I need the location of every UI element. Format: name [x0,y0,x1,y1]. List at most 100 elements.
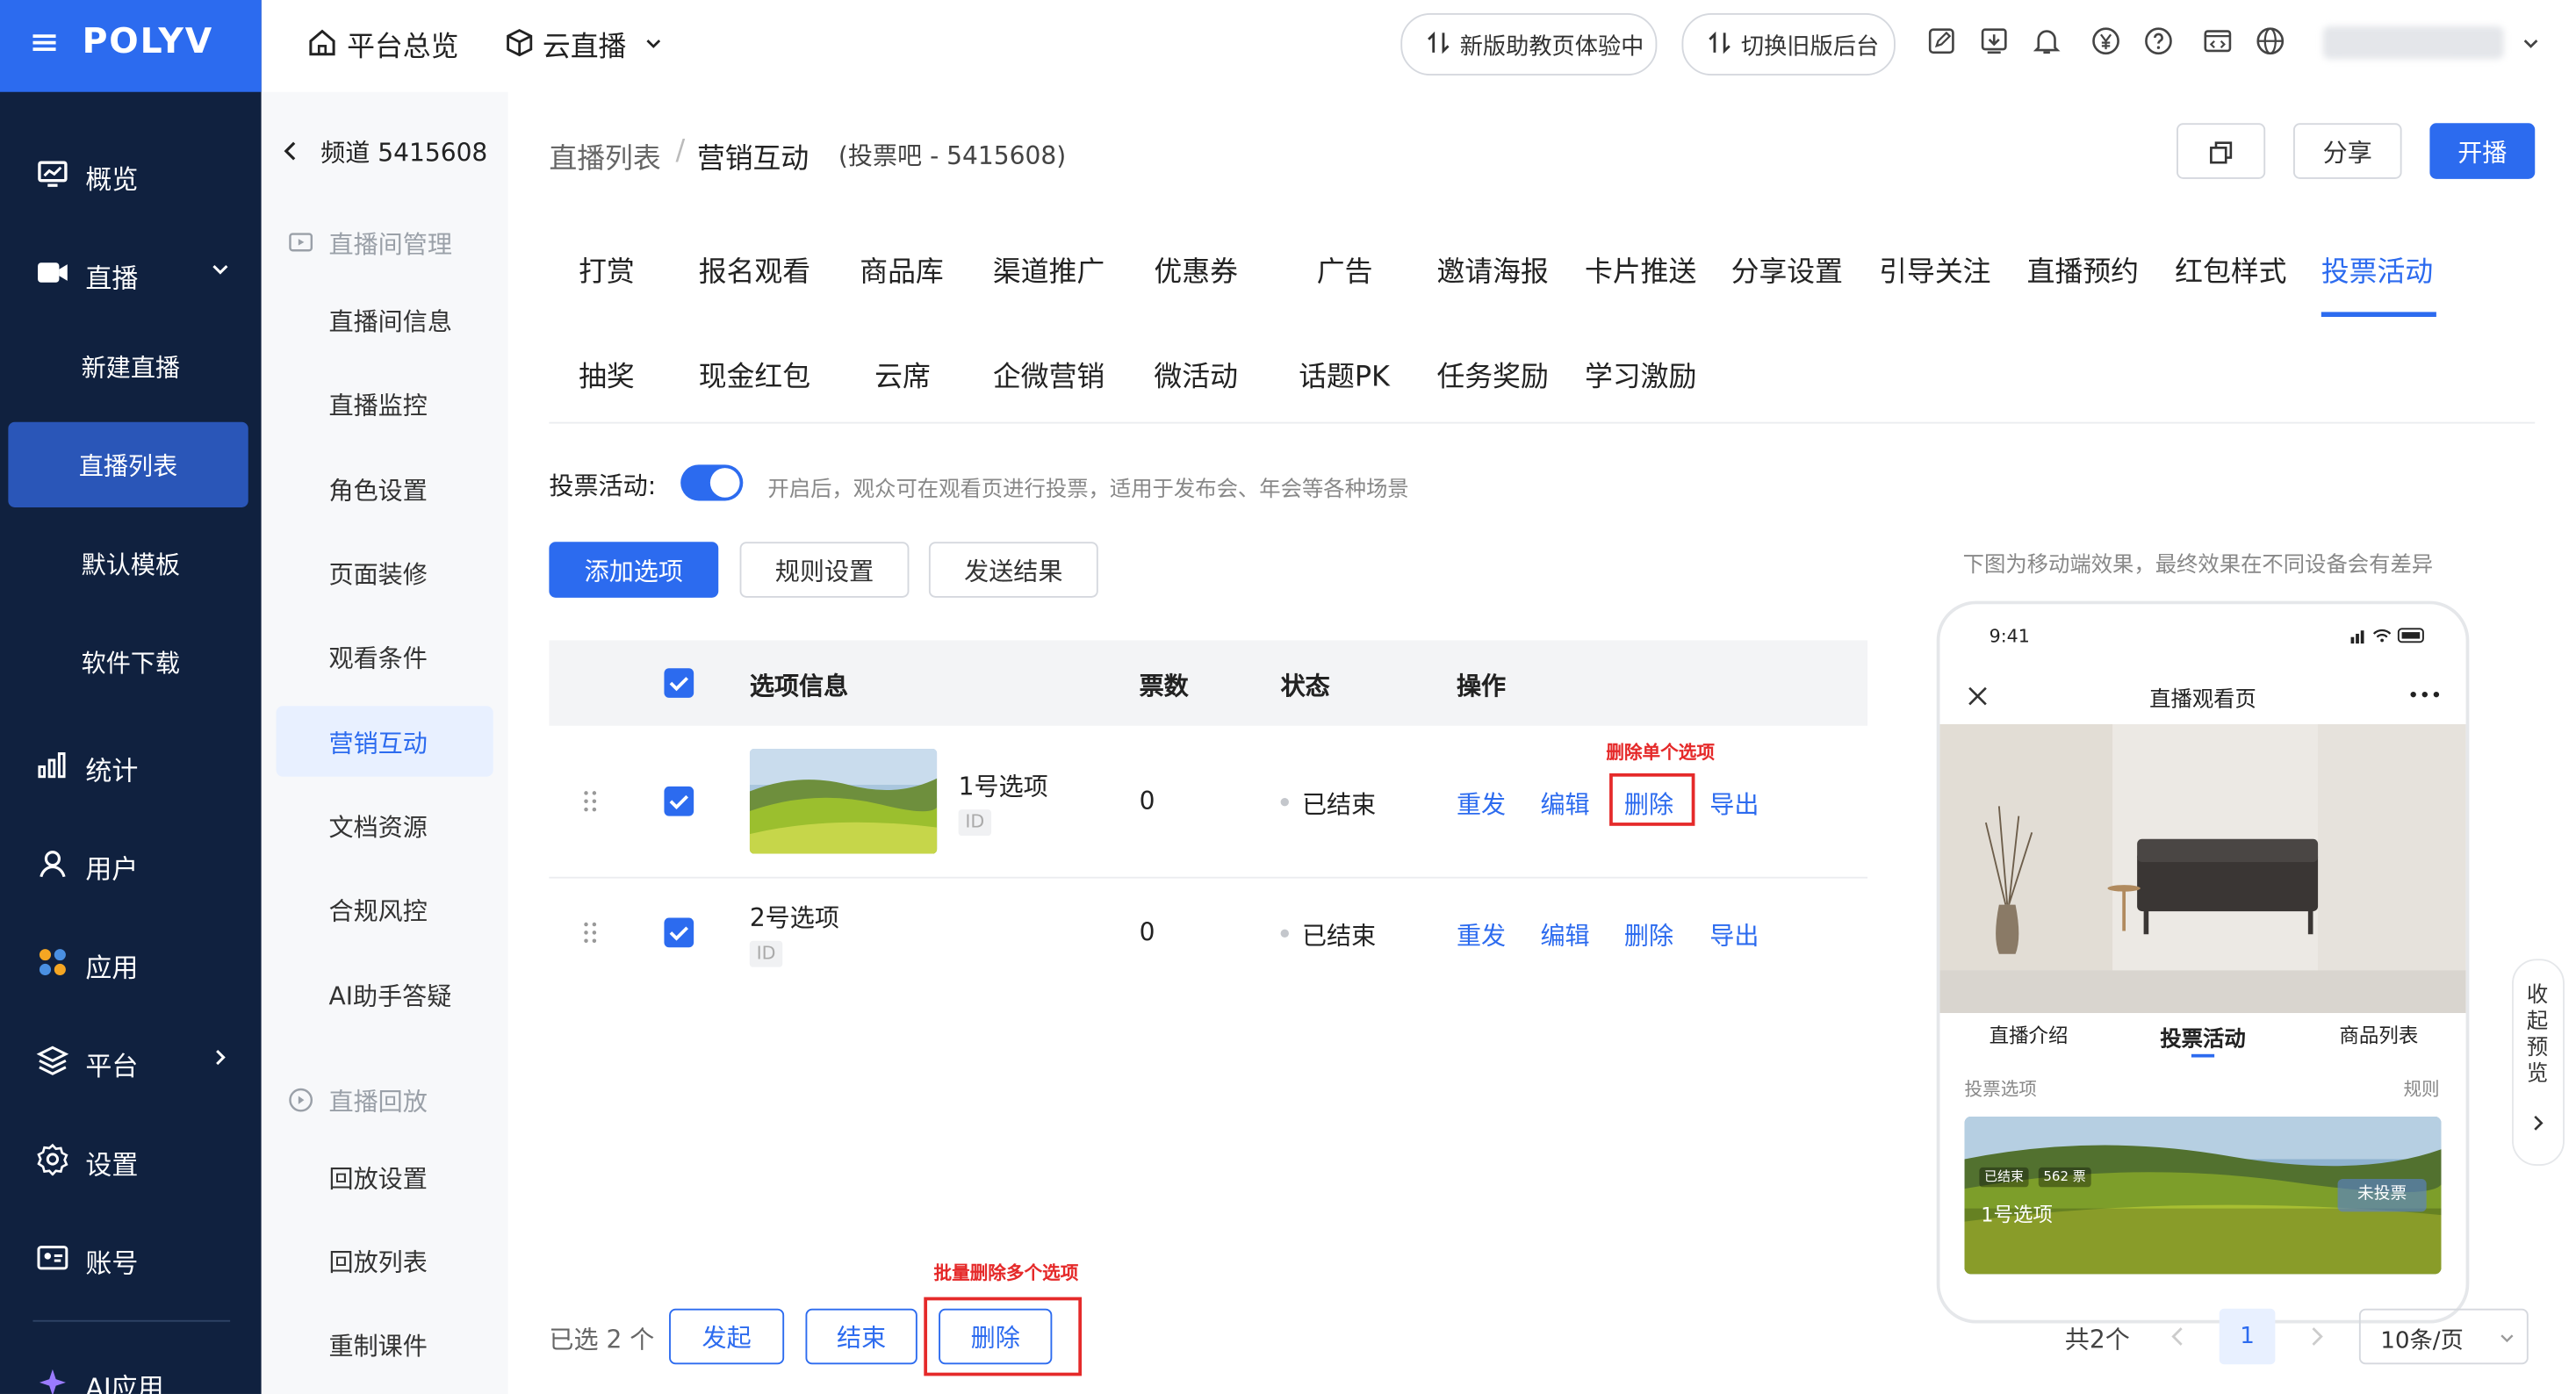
sidebar-item-overview[interactable]: 概览 [0,141,262,207]
edit-link[interactable]: 编辑 [1540,918,1589,952]
live-video-image [1939,723,2466,1014]
chevron-down-icon[interactable] [2522,34,2540,53]
export-link[interactable]: 导出 [1709,918,1759,952]
channel-nav-room-info[interactable]: 直播间信息 [328,304,451,338]
row-checkbox[interactable] [664,786,694,816]
channel-nav-replay-list[interactable]: 回放列表 [328,1245,427,1279]
sidebar-item-apps[interactable]: 应用 [0,930,262,995]
sidebar-item-ai-apps[interactable]: AI应用 [0,1349,262,1394]
channel-nav-page-decoration[interactable]: 页面装修 [328,557,427,591]
sidebar-item-live[interactable]: 直播 [0,240,262,305]
rules-settings-button[interactable]: 规则设置 [739,542,910,598]
channel-nav-ai-assistant[interactable]: AI助手答疑 [328,979,451,1013]
phone-tab-products[interactable]: 商品列表 [2339,1021,2418,1049]
tab-reward[interactable]: 打赏 [579,248,635,289]
drag-handle-icon[interactable] [582,790,599,813]
monitor-icon [36,158,68,190]
download-icon[interactable] [1979,26,2009,56]
phone-rules-link[interactable]: 规则 [2403,1075,2439,1102]
row-checkbox[interactable] [664,917,694,948]
sidebar-item-account[interactable]: 账号 [0,1225,262,1290]
batch-end-button[interactable]: 结束 [805,1308,917,1365]
code-icon[interactable] [2203,26,2233,56]
phone-card-status: 已结束 [1979,1167,2029,1188]
channel-nav-monitor[interactable]: 直播监控 [328,387,427,421]
channel-nav-replay-settings[interactable]: 回放设置 [328,1160,427,1195]
tab-red-packet-style[interactable]: 红包样式 [2175,248,2286,289]
batch-start-button[interactable]: 发起 [669,1308,785,1365]
send-results-button[interactable]: 发送结果 [928,542,1098,598]
resend-link[interactable]: 重发 [1457,918,1506,952]
phone-tab-voting[interactable]: 投票活动 [2160,1021,2245,1053]
tab-learning-incentive[interactable]: 学习激励 [1585,353,1696,393]
sidebar-item-settings[interactable]: 设置 [0,1126,262,1192]
export-link[interactable]: 导出 [1709,787,1759,821]
resend-link[interactable]: 重发 [1457,787,1506,821]
tab-ads[interactable]: 广告 [1317,248,1373,289]
gear-icon [36,1143,68,1176]
tab-live-reservation[interactable]: 直播预约 [2027,248,2139,289]
tab-registration[interactable]: 报名观看 [699,248,810,289]
tab-coupons[interactable]: 优惠券 [1154,248,1237,289]
sidebar-sub-live-list[interactable]: 直播列表 [8,421,248,507]
channel-nav-watch-conditions[interactable]: 观看条件 [328,640,427,674]
tab-micro-activity[interactable]: 微活动 [1154,353,1237,393]
tab-channel-promotion[interactable]: 渠道推广 [993,248,1105,289]
channel-nav-remake-courseware[interactable]: 重制课件 [328,1328,427,1362]
help-icon[interactable] [2144,26,2174,56]
menu-icon[interactable] [32,32,56,54]
page-number[interactable]: 1 [2219,1308,2276,1365]
edit-icon[interactable] [1926,26,1956,56]
logo[interactable]: POLYV [83,21,213,61]
channel-nav-marketing[interactable]: 营销互动 [328,726,427,760]
drag-handle-icon[interactable] [582,921,599,944]
tab-voting[interactable]: 投票活动 [2321,248,2433,289]
tab-task-reward[interactable]: 任务奖励 [1436,353,1548,393]
option-id: ID [749,940,783,967]
sidebar-item-stats[interactable]: 统计 [0,732,262,798]
tab-cash-red-packet[interactable]: 现金红包 [699,353,810,393]
tab-wecom-marketing[interactable]: 企微营销 [993,353,1105,393]
yen-icon[interactable] [2091,26,2121,56]
bell-icon[interactable] [2032,26,2062,56]
select-all-checkbox[interactable] [664,668,694,698]
switch-old-backend-button[interactable]: 切换旧版后台 [1681,12,1896,76]
sidebar-sub-new-live[interactable]: 新建直播 [0,332,262,398]
prev-page-icon[interactable] [2170,1326,2187,1346]
add-option-button[interactable]: 添加选项 [549,542,719,598]
channel-nav-compliance[interactable]: 合规风控 [328,893,427,927]
phone-card-vote-button[interactable]: 未投票 [2337,1178,2427,1212]
sidebar-item-platform[interactable]: 平台 [0,1028,262,1094]
collapse-preview-button[interactable]: 收起预览 [2512,959,2565,1166]
tab-share-settings[interactable]: 分享设置 [1731,248,1843,289]
share-button[interactable]: 分享 [2292,123,2402,179]
start-live-button[interactable]: 开播 [2429,123,2536,179]
delete-link[interactable]: 删除 [1624,918,1673,952]
globe-icon[interactable] [2256,26,2285,56]
new-assistant-button[interactable]: 新版助教页体验中 [1400,12,1658,76]
sidebar-label: 设置 [85,1149,139,1181]
tab-lottery[interactable]: 抽奖 [579,353,635,393]
channel-nav-roles[interactable]: 角色设置 [328,473,427,507]
tab-guide-follow[interactable]: 引导关注 [1879,248,1990,289]
tab-invite-poster[interactable]: 邀请海报 [1436,248,1548,289]
tab-topic-pk[interactable]: 话题PK [1299,353,1390,393]
more-icon[interactable] [2410,691,2440,698]
column-actions: 操作 [1456,671,1507,701]
copy-button[interactable] [2177,123,2266,179]
phone-tab-intro[interactable]: 直播介绍 [1990,1021,2069,1049]
sidebar-item-users[interactable]: 用户 [0,830,262,896]
edit-link[interactable]: 编辑 [1540,787,1589,821]
vote-toggle[interactable] [680,464,744,501]
sidebar-sub-software-download[interactable]: 软件下载 [0,627,262,693]
tab-cloud-seat[interactable]: 云席 [874,353,931,393]
sidebar-sub-default-template[interactable]: 默认模板 [0,528,262,594]
next-page-icon[interactable] [2308,1326,2325,1346]
tab-product-library[interactable]: 商品库 [860,248,943,289]
back-icon[interactable] [283,141,299,161]
page-size-select[interactable]: 10条/页 [2358,1308,2529,1365]
channel-nav-documents[interactable]: 文档资源 [328,809,427,844]
tab-card-push[interactable]: 卡片推送 [1585,248,1696,289]
breadcrumb-live-list[interactable]: 直播列表 [549,134,660,176]
account-name[interactable] [2322,25,2504,60]
